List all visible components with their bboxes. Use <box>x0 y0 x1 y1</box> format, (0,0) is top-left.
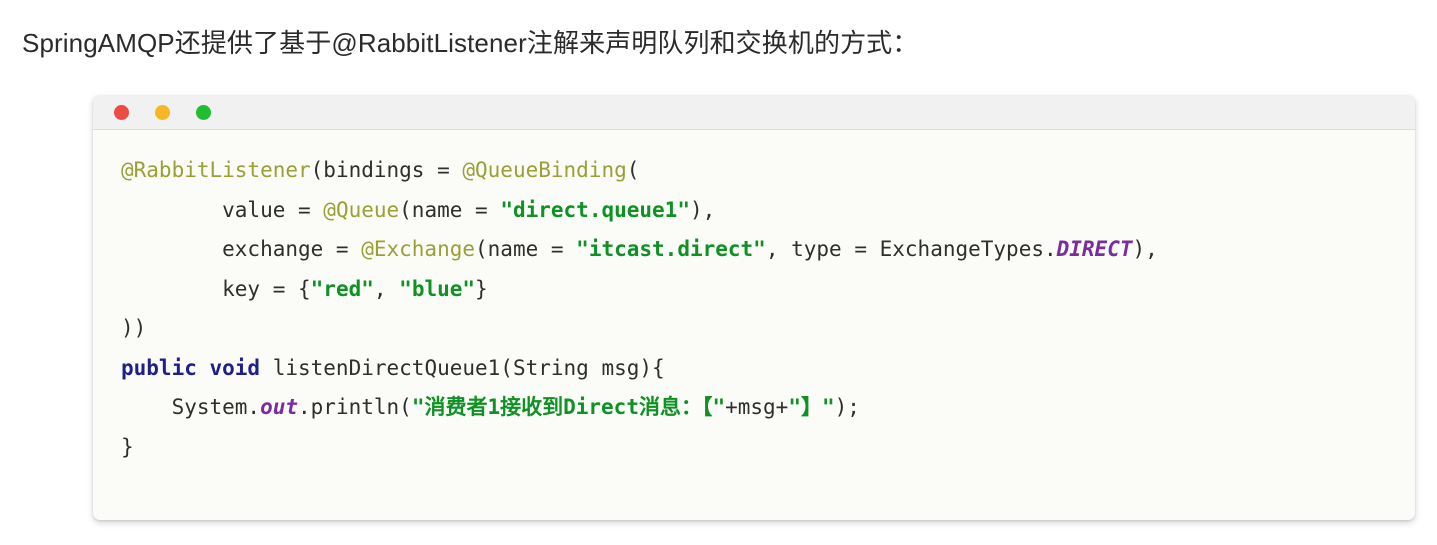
code-line: } <box>121 428 1415 468</box>
code-token: out <box>260 395 299 419</box>
code-token: +msg+ <box>725 395 789 419</box>
code-content[interactable]: @RabbitListener(bindings = @QueueBinding… <box>93 130 1415 467</box>
code-token: DIRECT <box>1056 237 1133 261</box>
code-token: ( <box>626 158 640 182</box>
code-token: @Exchange <box>361 237 476 261</box>
code-token: } <box>475 276 488 301</box>
code-line: exchange = @Exchange(name = "itcast.dire… <box>121 230 1415 270</box>
code-line: public void listenDirectQueue1(String ms… <box>121 349 1415 389</box>
code-token: , type = ExchangeTypes. <box>765 237 1057 261</box>
code-token: "red" <box>310 276 374 301</box>
code-token: } <box>121 434 134 459</box>
code-window-titlebar <box>93 95 1415 130</box>
window-maximize-icon[interactable] <box>196 104 211 120</box>
code-token: )) <box>121 316 147 340</box>
code-token: , <box>373 276 400 301</box>
code-token: listenDirectQueue1(String msg){ <box>260 355 665 380</box>
code-line: )) <box>121 309 1415 349</box>
code-token: .println( <box>298 395 412 419</box>
code-token: "itcast.direct" <box>576 237 766 261</box>
code-token: @QueueBinding <box>462 158 627 182</box>
code-token: "消费者1接收到Direct消息：【" <box>411 395 726 419</box>
window-close-icon[interactable] <box>114 104 129 120</box>
code-token: @RabbitListener <box>121 158 311 182</box>
code-token: ), <box>689 197 716 222</box>
code-token: (name = <box>475 237 577 261</box>
code-token: ); <box>834 395 860 419</box>
code-line: value = @Queue(name = "direct.queue1"), <box>121 191 1415 231</box>
code-token: exchange = <box>121 237 362 261</box>
code-line: System.out.println("消费者1接收到Direct消息：【"+m… <box>121 388 1415 428</box>
code-token: (name = <box>399 197 501 222</box>
code-token: public void <box>121 355 261 380</box>
page-heading: SpringAMQP还提供了基于@RabbitListener注解来声明队列和交… <box>22 28 919 58</box>
code-token: "direct.queue1" <box>500 197 690 222</box>
code-window: @RabbitListener(bindings = @QueueBinding… <box>93 95 1415 520</box>
code-token: (bindings = <box>310 158 463 182</box>
code-token: "】" <box>788 395 835 419</box>
code-token: ), <box>1132 237 1158 261</box>
code-token: @Queue <box>323 197 400 222</box>
code-line: @RabbitListener(bindings = @QueueBinding… <box>121 151 1415 191</box>
code-token: value = <box>121 197 324 222</box>
code-line: key = {"red", "blue"} <box>121 270 1415 310</box>
code-token: System. <box>121 395 261 419</box>
code-token: "blue" <box>399 276 476 301</box>
code-token: key = { <box>121 276 311 301</box>
window-minimize-icon[interactable] <box>155 104 170 120</box>
